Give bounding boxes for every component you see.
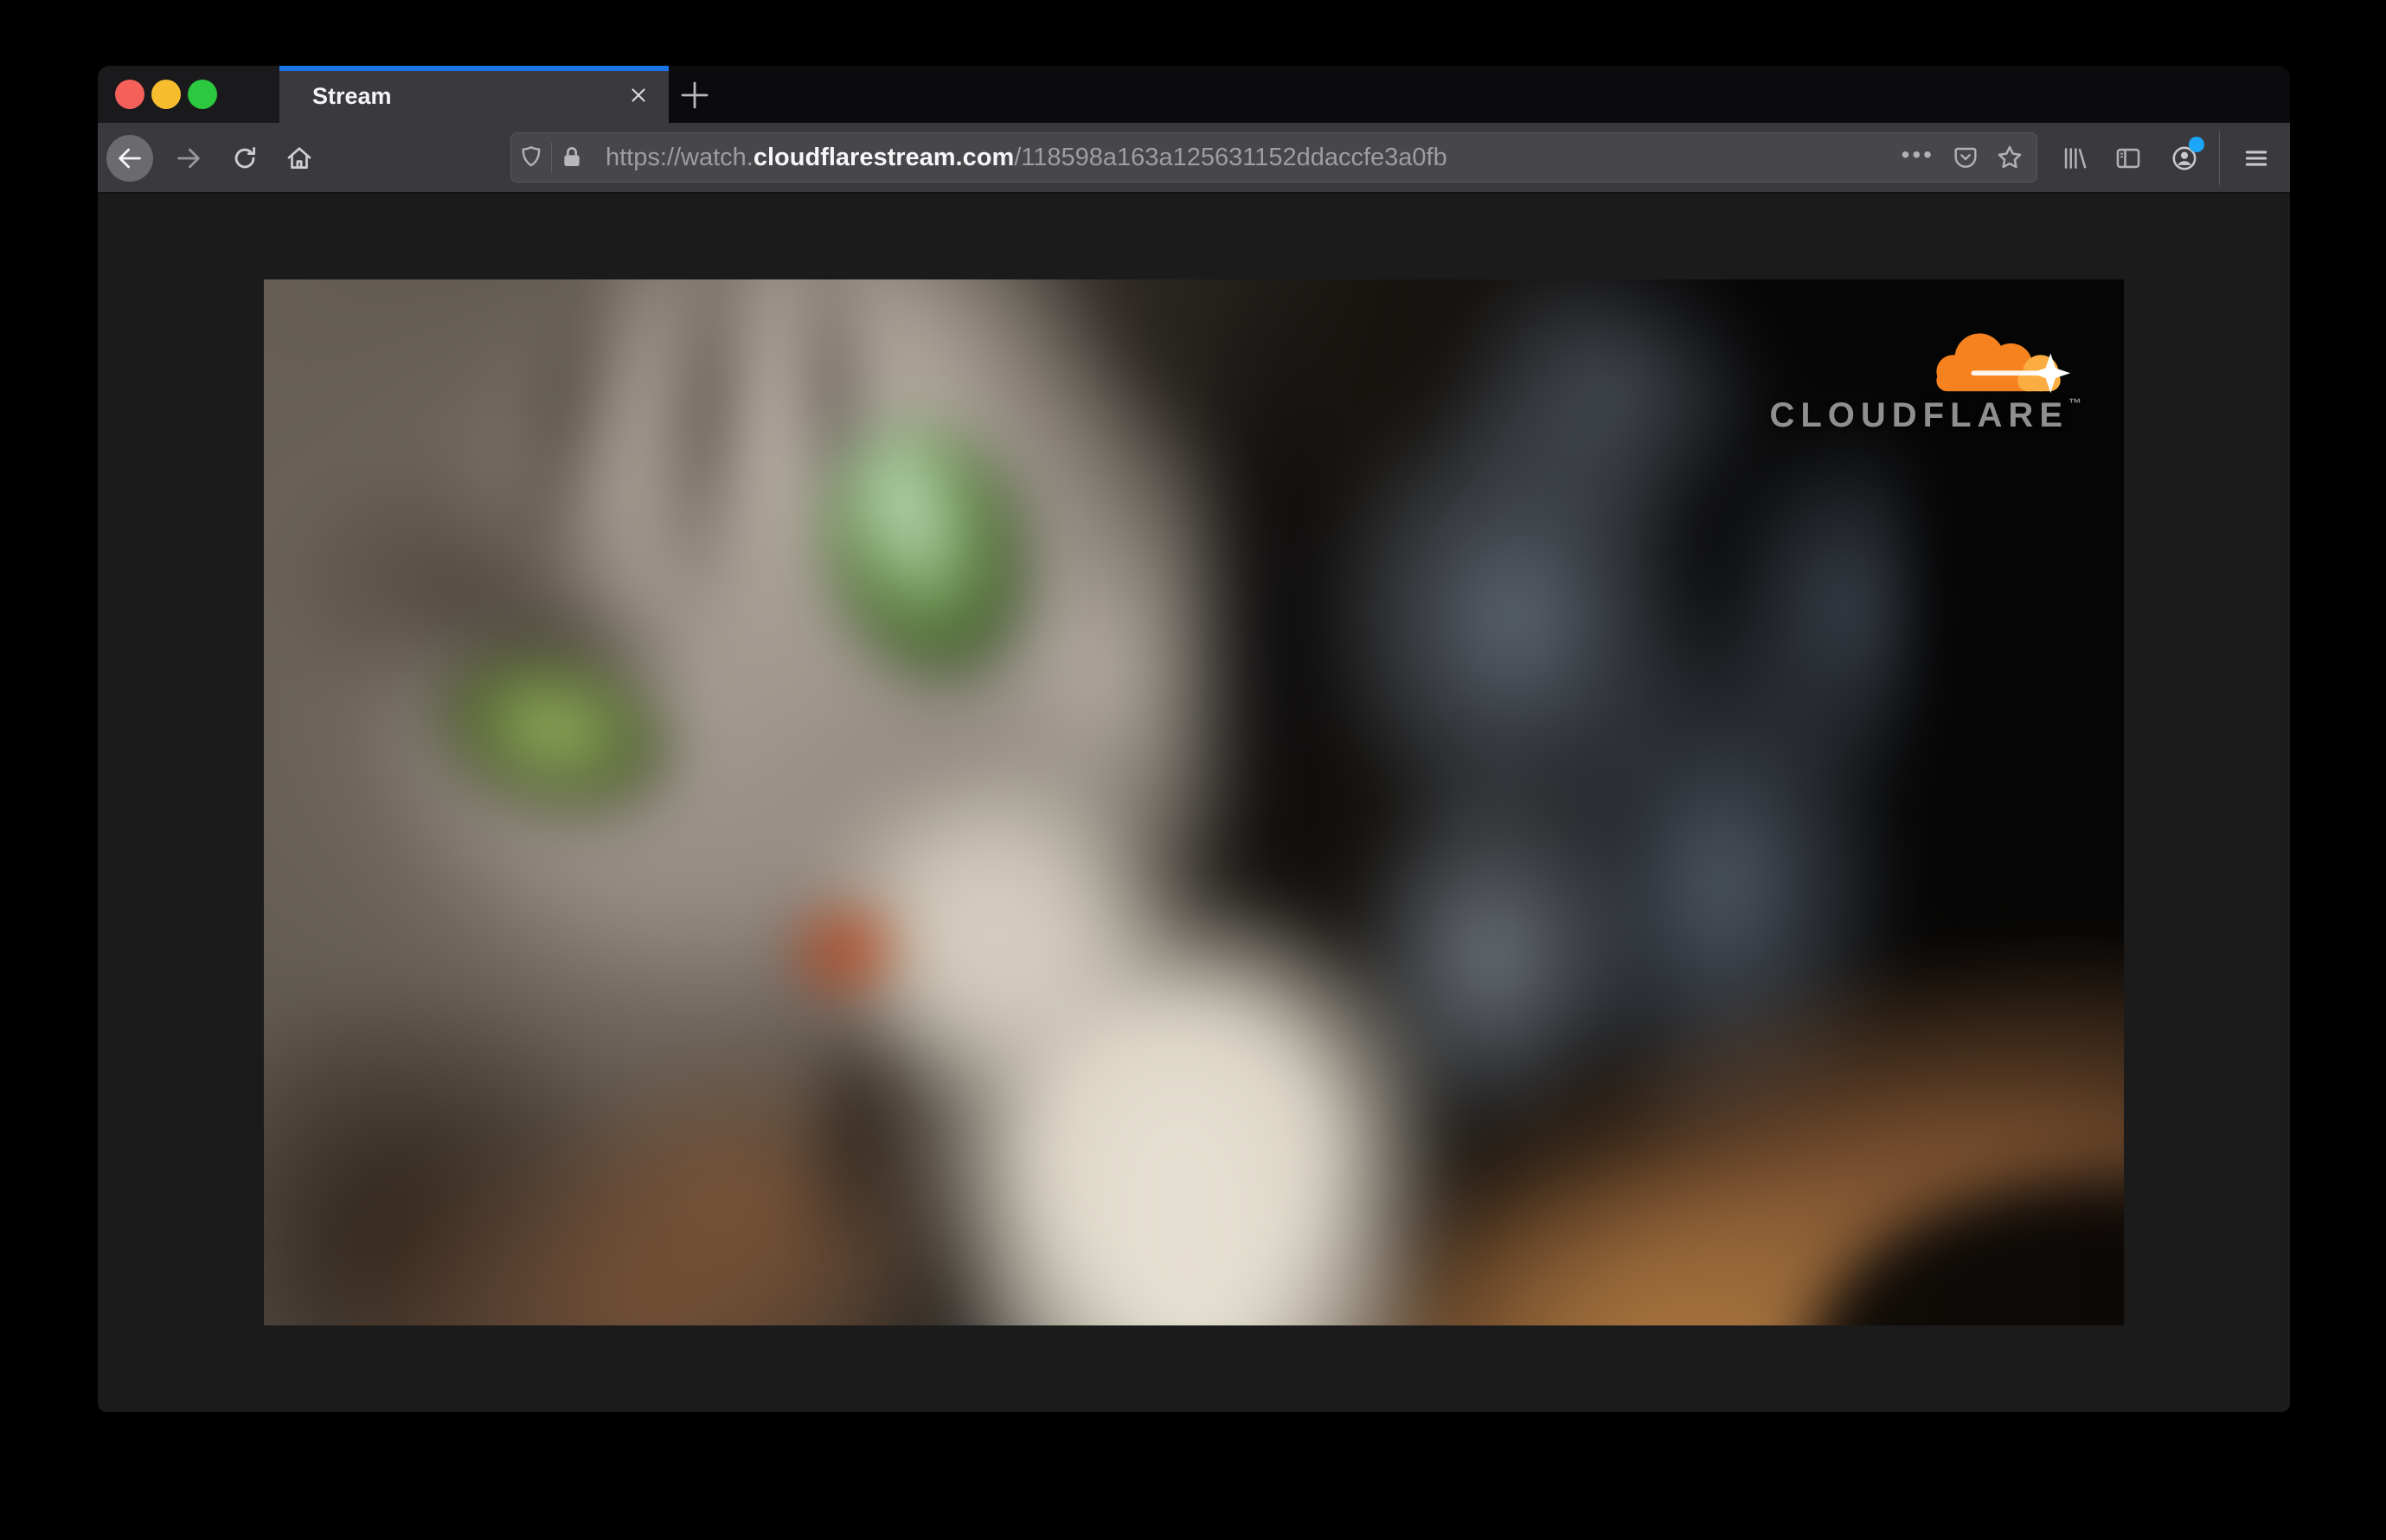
page-content: CLOUDFLARE™ [98, 194, 2290, 1412]
tracking-protection-button[interactable] [511, 144, 551, 171]
pocket-icon [1954, 147, 1977, 168]
cloudflare-brand-text: CLOUDFLARE™ [1769, 396, 2081, 434]
bookmark-star-button[interactable] [1988, 132, 2036, 183]
cloudflare-watermark: CLOUDFLARE™ [1747, 324, 2081, 435]
ellipsis-icon: ••• [1901, 141, 1934, 168]
home-button[interactable] [276, 135, 323, 182]
tab-close-button[interactable] [624, 80, 653, 110]
cloudflare-cloud-logo-icon [1936, 333, 2071, 394]
url-scheme-host: https://watch. [606, 143, 754, 171]
plus-icon [681, 81, 709, 109]
new-tab-button[interactable] [675, 75, 715, 115]
sidebar-button[interactable] [2105, 135, 2152, 182]
tab-title: Stream [312, 83, 392, 109]
blurred-cat-video-frame [264, 279, 2124, 1325]
toolbar-divider [2219, 132, 2220, 185]
reload-icon [234, 146, 256, 169]
site-identity-button[interactable] [552, 144, 592, 171]
account-notification-badge [2189, 137, 2204, 152]
tab-bar: Stream [98, 66, 2290, 123]
trademark-symbol: ™ [2069, 396, 2081, 411]
url-text: https://watch.cloudflarestream.com/11859… [606, 144, 1447, 172]
library-icon [2064, 148, 2087, 169]
address-bar[interactable]: https://watch.cloudflarestream.com/11859… [510, 132, 2037, 183]
home-icon [287, 147, 311, 169]
close-icon [632, 88, 645, 102]
url-domain: cloudflarestream.com [753, 143, 1015, 171]
navigation-toolbar: https://watch.cloudflarestream.com/11859… [98, 123, 2290, 194]
shield-icon [522, 146, 541, 167]
video-player[interactable]: CLOUDFLARE™ [264, 279, 2124, 1325]
close-window-button[interactable] [115, 80, 144, 109]
minimize-window-button[interactable] [151, 80, 181, 109]
account-button[interactable] [2161, 135, 2208, 182]
page-actions-button[interactable]: ••• [1895, 132, 1943, 183]
star-icon [1998, 145, 2022, 169]
reload-button[interactable] [221, 135, 268, 182]
forward-button[interactable] [165, 135, 212, 182]
desktop-background: Stream https://watch.cloudflarestream.co… [0, 0, 2386, 1540]
save-to-pocket-button[interactable] [1943, 132, 1988, 183]
menu-button[interactable] [2233, 135, 2280, 182]
sidebar-icon [2116, 148, 2140, 169]
lock-icon [564, 147, 580, 166]
back-button[interactable] [106, 135, 153, 182]
zoom-window-button[interactable] [188, 80, 217, 109]
tab-stream[interactable]: Stream [279, 66, 669, 123]
titlebar-drag-area[interactable] [98, 66, 279, 123]
library-button[interactable] [2051, 135, 2098, 182]
back-arrow-icon [119, 148, 141, 169]
forward-arrow-icon [177, 148, 200, 169]
browser-window: Stream https://watch.cloudflarestream.co… [98, 66, 2290, 1412]
url-path: /118598a163a125631152ddaccfe3a0fb [1014, 143, 1447, 171]
hamburger-menu-icon [2245, 151, 2267, 166]
